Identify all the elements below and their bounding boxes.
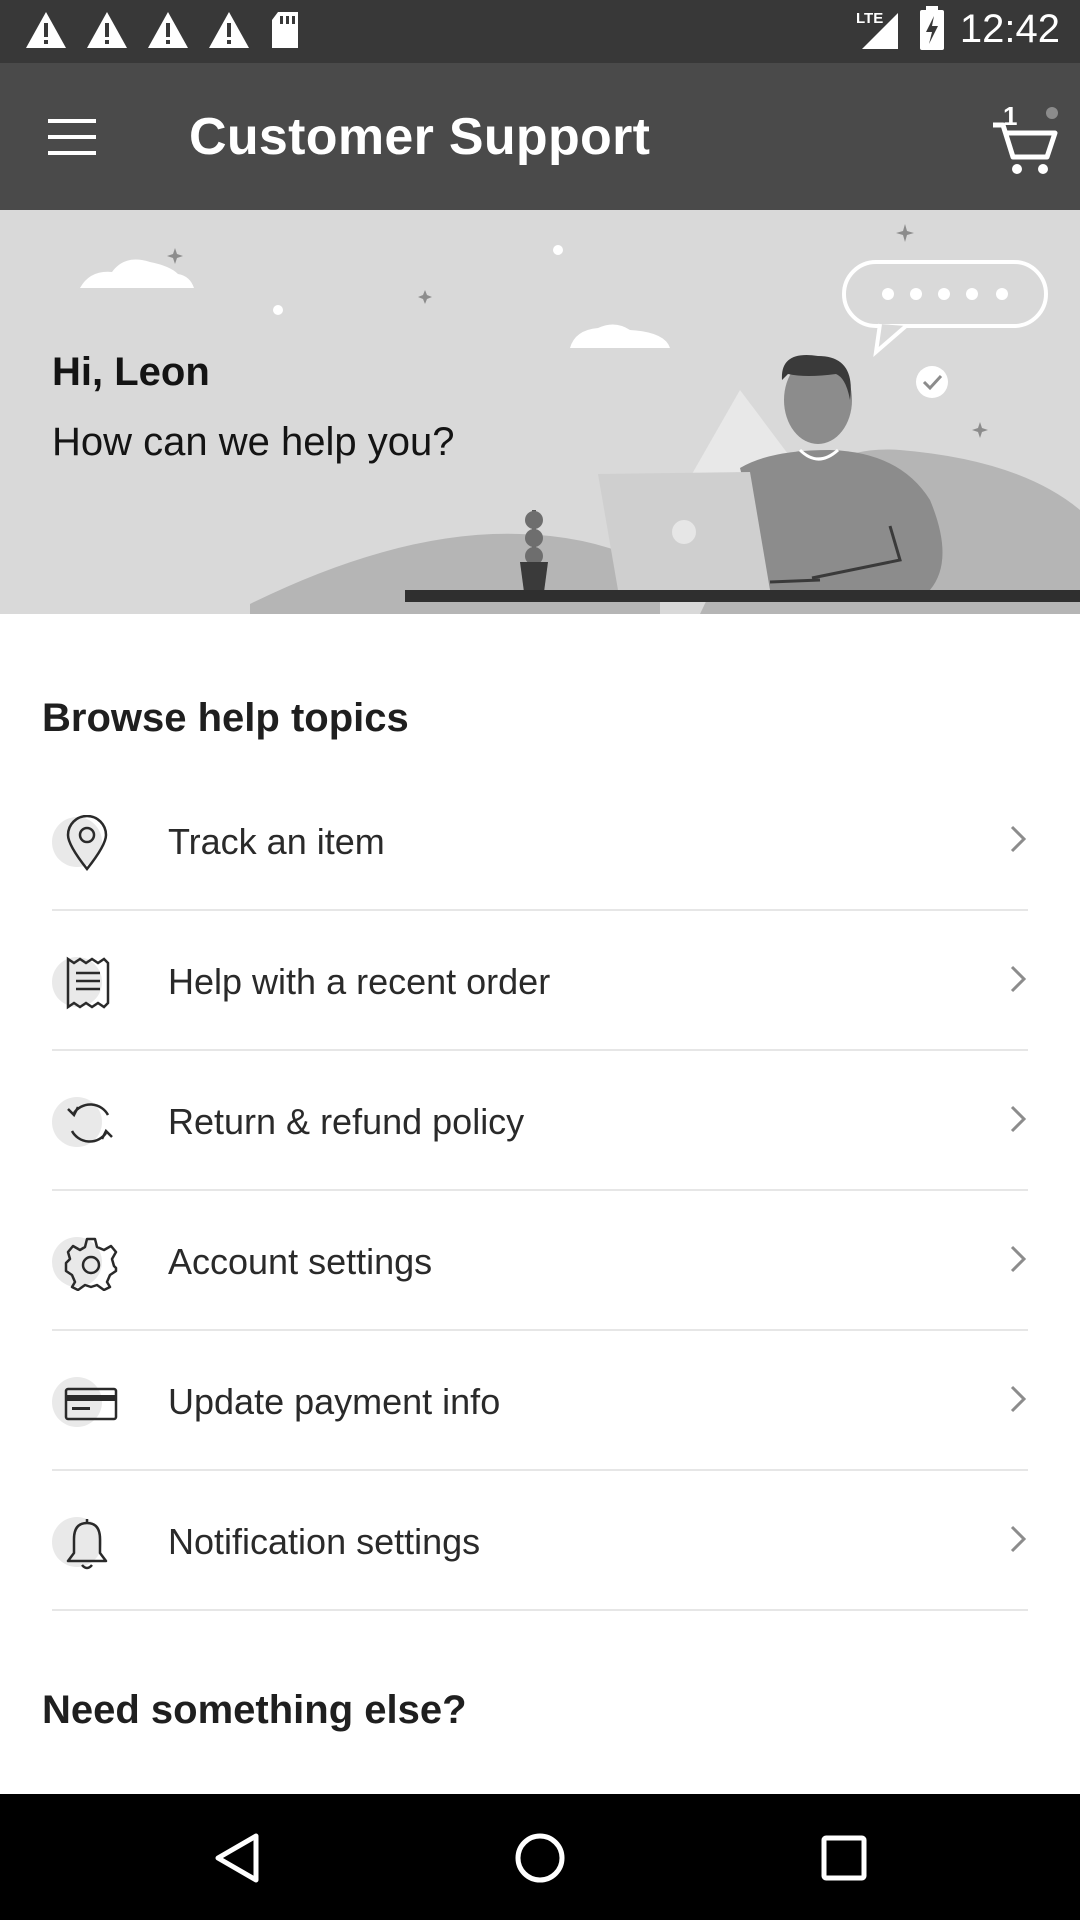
- topic-track-an-item[interactable]: Track an item: [52, 771, 1028, 911]
- chevron-right-icon: [1010, 1105, 1027, 1133]
- recents-icon[interactable]: [820, 1834, 868, 1882]
- topic-help-with-recent-order[interactable]: Help with a recent order: [52, 911, 1028, 1051]
- browse-help-topics-heading: Browse help topics: [42, 696, 409, 740]
- system-navigation-bar: [0, 1794, 1080, 1920]
- help-topics-list: Track an item Help with a recent order R…: [52, 771, 1028, 1611]
- battery-charging-icon: [919, 6, 944, 50]
- warning-icon: [148, 12, 188, 48]
- chevron-right-icon: [1010, 1525, 1027, 1553]
- sd-card-icon: [272, 12, 298, 48]
- status-time: 12:42: [959, 6, 1060, 51]
- topic-label: Notification settings: [168, 1521, 481, 1562]
- warning-icon: [209, 12, 249, 48]
- help-prompt-text: How can we help you?: [52, 420, 455, 464]
- support-illustration: [80, 224, 1080, 614]
- back-icon[interactable]: [212, 1832, 262, 1884]
- warning-icon: [26, 12, 66, 48]
- cart-notification-dot: [1046, 107, 1058, 119]
- chevron-right-icon: [1010, 825, 1027, 853]
- status-right-icons: LTE 12:42: [854, 6, 1060, 52]
- receipt-icon: [66, 956, 110, 1010]
- hero-banner: Hi, Leon How can we help you?: [0, 210, 1080, 614]
- topic-label: Return & refund policy: [168, 1101, 525, 1142]
- svg-text:LTE: LTE: [856, 10, 883, 27]
- location-pin-icon: [66, 815, 108, 871]
- page-title: Customer Support: [189, 108, 651, 166]
- status-left-icons: [24, 10, 302, 50]
- chevron-right-icon: [1010, 965, 1027, 993]
- topic-account-settings[interactable]: Account settings: [52, 1191, 1028, 1331]
- gear-icon: [64, 1237, 118, 1291]
- refresh-icon: [67, 1103, 113, 1143]
- lte-signal-icon: LTE: [856, 10, 898, 49]
- status-bar: LTE 12:42: [0, 0, 1080, 63]
- topic-notification-settings[interactable]: Notification settings: [52, 1471, 1028, 1611]
- topic-label: Track an item: [168, 821, 385, 862]
- topic-label: Account settings: [168, 1241, 433, 1282]
- cart-count-badge: 1: [1003, 101, 1018, 131]
- bell-icon: [66, 1519, 108, 1570]
- hamburger-menu-icon[interactable]: [42, 111, 102, 163]
- chevron-right-icon: [1010, 1245, 1027, 1273]
- warning-icon: [87, 12, 127, 48]
- greeting-text: Hi, Leon: [52, 350, 210, 394]
- app-toolbar: Customer Support 1: [0, 63, 1080, 210]
- topic-label: Update payment info: [168, 1381, 501, 1422]
- topic-return-refund-policy[interactable]: Return & refund policy: [52, 1051, 1028, 1191]
- topic-label: Help with a recent order: [168, 961, 551, 1002]
- chevron-right-icon: [1010, 1385, 1027, 1413]
- topic-update-payment-info[interactable]: Update payment info: [52, 1331, 1028, 1471]
- credit-card-icon: [64, 1387, 118, 1421]
- need-something-else-heading: Need something else?: [42, 1688, 467, 1732]
- home-icon[interactable]: [514, 1832, 566, 1884]
